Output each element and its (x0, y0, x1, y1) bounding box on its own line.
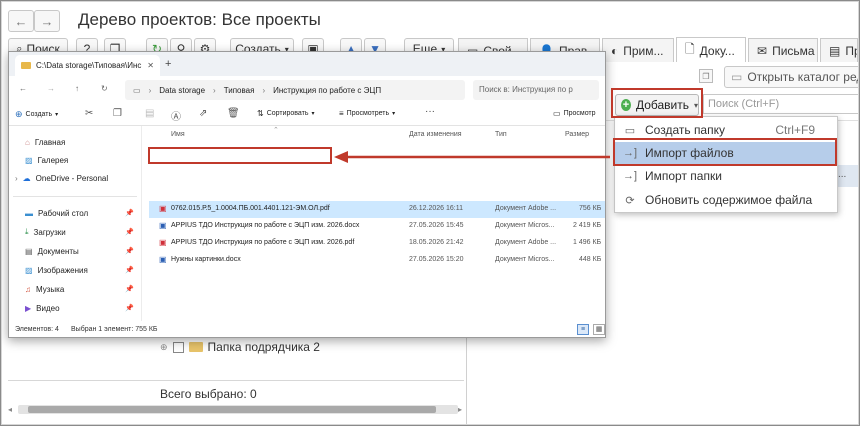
arrow-head (334, 151, 348, 163)
drag-arrow (334, 151, 610, 163)
